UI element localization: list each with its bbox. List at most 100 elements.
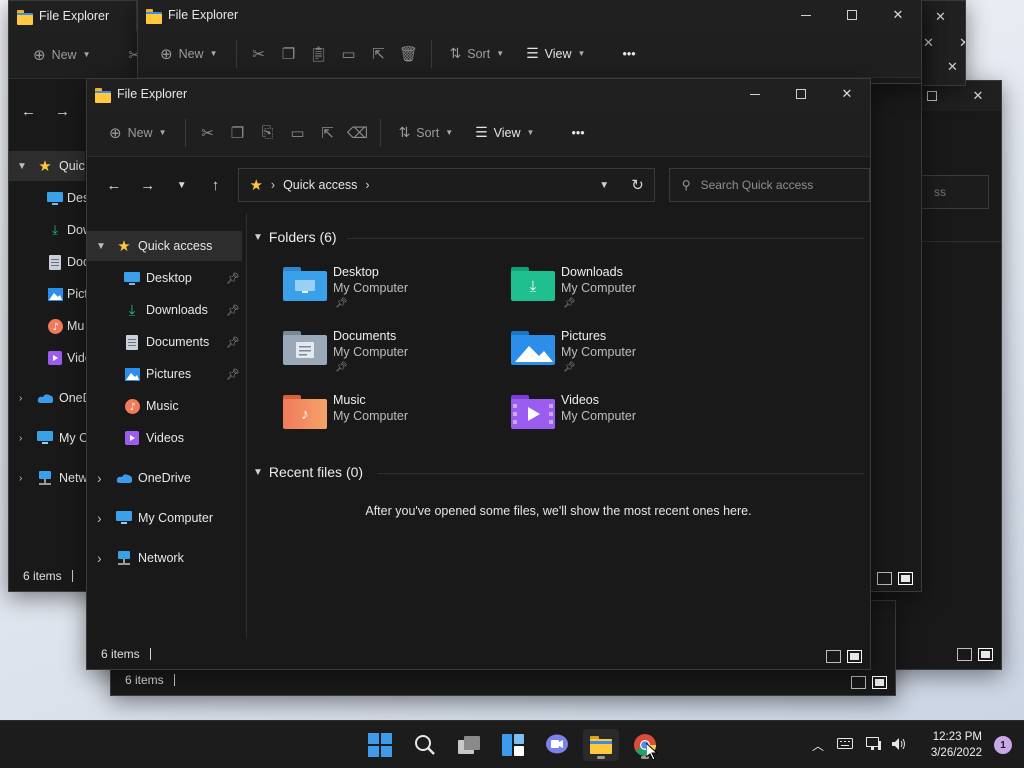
sidebar-item-videos[interactable]: Videos bbox=[87, 423, 246, 453]
search-input[interactable]: ⚲ Search Quick access bbox=[668, 168, 870, 202]
view-button[interactable]: ☰ View ▼ bbox=[516, 38, 595, 70]
sidebar-item-my-computer[interactable]: › My C bbox=[9, 423, 88, 453]
delete-icon[interactable]: 🗑︎ bbox=[395, 45, 423, 63]
sidebar-item-quick-access[interactable]: ▼ ★ Quic bbox=[9, 151, 85, 181]
sidebar-item-onedrive[interactable]: › OneDrive bbox=[87, 463, 246, 493]
tiles-view-icon[interactable] bbox=[978, 648, 993, 661]
sort-button[interactable]: ⇅ Sort ▼ bbox=[440, 38, 515, 70]
widgets-button[interactable] bbox=[495, 729, 531, 761]
address-dropdown-icon[interactable]: ▼ bbox=[599, 180, 609, 191]
sidebar-item-music[interactable]: ♪ Mu bbox=[9, 311, 85, 341]
file-explorer-window[interactable]: File Explorer ✕ ⊕ New ▼ ✂ ❐ ⎘ ▭ ⇱ ⌫ ⇅ Sort ▼… bbox=[86, 78, 871, 670]
file-explorer-taskbar-button[interactable] bbox=[583, 729, 619, 761]
search-button[interactable] bbox=[407, 729, 443, 761]
tiles-view-icon[interactable] bbox=[898, 572, 913, 585]
folder-videos[interactable]: Videos My Computer bbox=[511, 393, 721, 449]
chevron-down-icon[interactable]: ▼ bbox=[96, 241, 106, 252]
sidebar-item-downloads[interactable]: ⤓ Downloads 📌︎ bbox=[87, 295, 246, 325]
sidebar-item-desktop[interactable]: Desk bbox=[9, 183, 95, 213]
background-window-second[interactable]: File Explorer ✕ ⊕ New ▼ ✂ ❐ 📋︎ ▭ ⇱ 🗑︎ ⇅ Sor… bbox=[137, 0, 922, 84]
view-toggle[interactable] bbox=[957, 648, 993, 661]
chevron-down-icon[interactable]: ▼ bbox=[17, 161, 27, 172]
cut-icon[interactable]: ✂ bbox=[245, 45, 273, 63]
chevron-right-icon[interactable]: › bbox=[97, 470, 102, 486]
details-view-icon[interactable] bbox=[826, 650, 841, 663]
folder-desktop[interactable]: Desktop My Computer 📌︎ bbox=[283, 265, 493, 321]
paste-icon[interactable]: ⎘ bbox=[254, 124, 282, 141]
close-button[interactable]: ✕ bbox=[824, 79, 870, 109]
chevron-right-icon[interactable]: › bbox=[97, 510, 102, 526]
minimize-icon[interactable] bbox=[783, 0, 829, 30]
chevron-up-icon[interactable]: ︿ bbox=[808, 737, 828, 754]
chevron-right-icon[interactable]: › bbox=[19, 433, 22, 444]
view-toggle[interactable] bbox=[826, 650, 862, 663]
network-status-icon[interactable] bbox=[862, 736, 886, 754]
chevron-right-icon[interactable]: › bbox=[19, 393, 22, 404]
rename-icon[interactable]: ▭ bbox=[284, 124, 312, 142]
tiles-view-icon[interactable] bbox=[872, 676, 887, 689]
back-icon[interactable]: ← bbox=[21, 103, 36, 120]
close-icon[interactable]: ✕ bbox=[935, 9, 946, 25]
close-icon[interactable]: ✕ bbox=[947, 59, 958, 75]
minimize-button[interactable] bbox=[732, 79, 778, 109]
recent-files-section-header[interactable]: ▼ Recent files (0) bbox=[253, 464, 363, 480]
clock[interactable]: 12:23 PM 3/26/2022 bbox=[931, 729, 982, 761]
new-button[interactable]: ⊕ New ▼ bbox=[23, 39, 101, 71]
sidebar-item-network[interactable]: › Network bbox=[87, 543, 246, 573]
tiles-view-icon[interactable] bbox=[847, 650, 862, 663]
sidebar-item-my-computer[interactable]: › My Computer bbox=[87, 503, 246, 533]
details-view-icon[interactable] bbox=[851, 676, 866, 689]
breadcrumb-quick-access[interactable]: Quick access bbox=[283, 178, 357, 192]
details-view-icon[interactable] bbox=[957, 648, 972, 661]
sidebar-item-onedrive[interactable]: › OneD bbox=[9, 383, 92, 413]
sidebar-item-music[interactable]: ♪ Music bbox=[87, 391, 246, 421]
delete-icon[interactable]: ⌫ bbox=[344, 124, 372, 142]
close-icon[interactable]: ✕ bbox=[923, 35, 934, 51]
sidebar-item-downloads[interactable]: ⤓ Dow bbox=[9, 215, 92, 245]
close-icon[interactable]: ✕ bbox=[875, 0, 921, 30]
share-icon[interactable]: ⇱ bbox=[314, 124, 342, 142]
cut-icon[interactable]: ✂ bbox=[194, 124, 222, 142]
sidebar-item-documents[interactable]: Doc bbox=[9, 247, 89, 277]
folder-downloads[interactable]: ⤓ Downloads My Computer 📌︎ bbox=[511, 265, 721, 321]
folders-section-header[interactable]: ▼ Folders (6) bbox=[253, 229, 337, 245]
close-icon[interactable]: ✕ bbox=[959, 35, 965, 51]
view-button[interactable]: ☰ View ▼ bbox=[465, 117, 544, 149]
folder-music[interactable]: ♪ Music My Computer bbox=[283, 393, 493, 449]
copy-icon[interactable]: ❐ bbox=[275, 45, 303, 63]
recent-locations-icon[interactable]: ▼ bbox=[165, 180, 199, 191]
keyboard-icon[interactable] bbox=[828, 738, 862, 752]
maximize-button[interactable] bbox=[778, 79, 824, 109]
sort-button[interactable]: ⇅ Sort ▼ bbox=[389, 117, 464, 149]
folder-pictures[interactable]: Pictures My Computer 📌︎ bbox=[511, 329, 721, 385]
more-options-button[interactable]: ••• bbox=[612, 38, 645, 70]
chevron-right-icon[interactable]: › bbox=[19, 473, 22, 484]
view-toggle[interactable] bbox=[877, 572, 913, 585]
notification-badge[interactable]: 1 bbox=[994, 736, 1012, 754]
share-icon[interactable]: ⇱ bbox=[365, 45, 393, 63]
back-icon[interactable]: ← bbox=[97, 177, 131, 194]
up-icon[interactable]: ↑ bbox=[199, 177, 233, 194]
forward-icon[interactable]: → bbox=[55, 103, 70, 120]
paste-icon[interactable]: 📋︎ bbox=[305, 45, 333, 63]
more-options-button[interactable]: ••• bbox=[561, 117, 594, 149]
sidebar-item-videos[interactable]: Vide bbox=[9, 343, 92, 373]
details-view-icon[interactable] bbox=[877, 572, 892, 585]
sidebar-item-network[interactable]: › Netw bbox=[9, 463, 87, 493]
new-button[interactable]: ⊕ New ▼ bbox=[99, 117, 177, 149]
sidebar-item-documents[interactable]: Documents 📌︎ bbox=[87, 327, 246, 357]
task-view-button[interactable] bbox=[451, 729, 487, 761]
volume-icon[interactable] bbox=[886, 737, 912, 754]
copy-icon[interactable]: ❐ bbox=[224, 124, 252, 142]
chevron-right-icon[interactable]: › bbox=[97, 550, 102, 566]
address-bar[interactable]: ★ › Quick access › ▼ ↻ bbox=[238, 168, 655, 202]
forward-icon[interactable]: → bbox=[131, 177, 165, 194]
view-toggle[interactable] bbox=[851, 676, 887, 689]
teams-chat-button[interactable] bbox=[539, 729, 575, 761]
maximize-icon[interactable] bbox=[829, 0, 875, 30]
new-button[interactable]: ⊕ New ▼ bbox=[150, 38, 228, 70]
title-bar[interactable]: File Explorer ✕ bbox=[87, 79, 870, 109]
sidebar-item-quick-access[interactable]: ▼ ★ Quick access bbox=[87, 231, 242, 261]
refresh-icon[interactable]: ↻ bbox=[631, 176, 644, 194]
sidebar-item-desktop[interactable]: Desktop 📌︎ bbox=[87, 263, 246, 293]
